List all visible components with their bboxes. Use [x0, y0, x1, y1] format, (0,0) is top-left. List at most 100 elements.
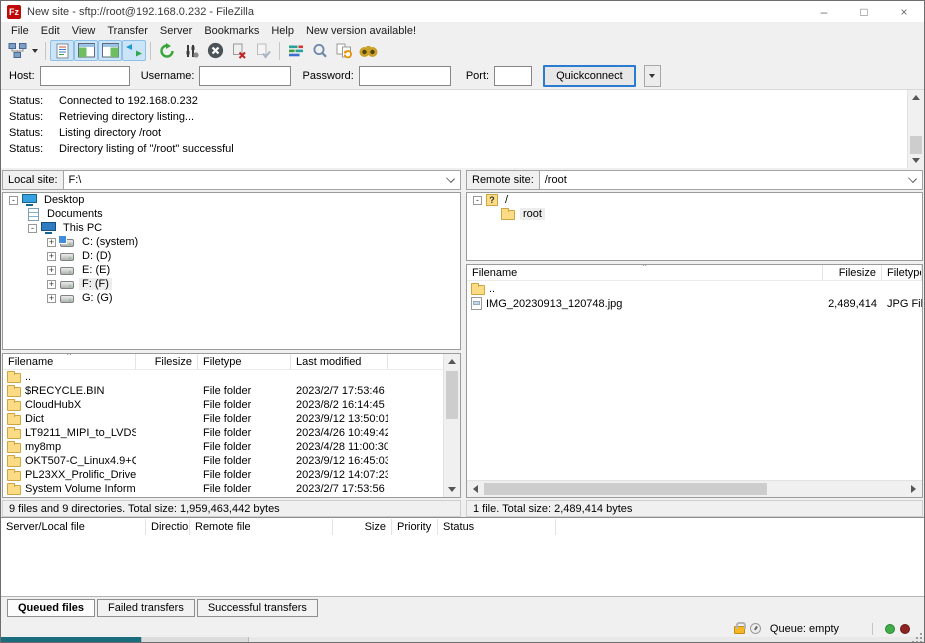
log-scrollbar[interactable] — [907, 90, 924, 168]
scroll-down-icon[interactable] — [908, 153, 924, 168]
column-header-filesize[interactable]: Filesize — [136, 354, 198, 369]
speed-limit-icon[interactable] — [750, 623, 761, 634]
toggle-transfer-queue-icon[interactable] — [122, 40, 146, 61]
remote-list-hscrollbar[interactable] — [467, 480, 922, 497]
quickconnect-button[interactable]: Quickconnect — [543, 65, 636, 87]
toggle-local-tree-icon[interactable] — [74, 40, 98, 61]
close-button[interactable]: × — [884, 1, 924, 22]
chevron-down-icon[interactable] — [446, 174, 455, 183]
table-row[interactable]: IMG_20230913_120748.jpg 2,489,414 JPG Fi… — [467, 296, 922, 311]
table-row[interactable]: my8mp File folder 2023/4/28 11:00:30 — [3, 440, 445, 454]
table-row[interactable]: OKT507-C_Linux4.9+QT5.... File folder 20… — [3, 454, 445, 468]
port-input[interactable] — [494, 66, 532, 86]
scroll-down-icon[interactable] — [444, 482, 460, 497]
tree-item-root-slash[interactable]: - ? / — [467, 193, 922, 207]
synchronized-browsing-icon[interactable] — [356, 40, 380, 61]
tree-item-this-pc[interactable]: - This PC — [3, 221, 460, 235]
tree-item-drive-e[interactable]: + E: (E) — [3, 263, 460, 277]
folder-icon — [7, 443, 21, 453]
table-row[interactable]: Dict File folder 2023/9/12 13:50:01 — [3, 412, 445, 426]
username-input[interactable] — [199, 66, 291, 86]
tree-item-drive-f[interactable]: + F: (F) — [3, 277, 460, 291]
queue-header: Server/Local file Direction Remote file … — [1, 518, 924, 535]
scroll-right-icon[interactable] — [905, 481, 922, 498]
scroll-up-icon[interactable] — [444, 354, 460, 369]
file-name: CloudHubX — [25, 399, 81, 411]
chevron-down-icon[interactable] — [908, 174, 917, 183]
column-header-remote-file[interactable]: Remote file — [190, 519, 333, 535]
expand-icon[interactable]: + — [47, 238, 56, 247]
scroll-thumb[interactable] — [446, 371, 458, 419]
table-row[interactable]: PL23XX_Prolific_DriverInst... File folde… — [3, 468, 445, 482]
column-header-filename[interactable]: Filename ^ — [3, 354, 136, 369]
local-site-combo[interactable]: F:\ — [64, 170, 461, 190]
column-header-filetype[interactable]: Filetype — [882, 265, 922, 280]
column-header-size[interactable]: Size — [333, 519, 392, 535]
table-row[interactable]: CloudHubX File folder 2023/8/2 16:14:45 — [3, 398, 445, 412]
tree-item-desktop[interactable]: - Desktop — [3, 193, 460, 207]
remote-site-combo[interactable]: /root — [540, 170, 923, 190]
toolbar-separator — [279, 42, 280, 60]
table-row[interactable]: LT9211_MIPI_to_LVDS_HV... File folder 20… — [3, 426, 445, 440]
tree-item-drive-g[interactable]: + G: (G) — [3, 291, 460, 305]
menu-file[interactable]: File — [5, 24, 35, 38]
scroll-up-icon[interactable] — [908, 90, 924, 105]
tree-item-drive-d[interactable]: + D: (D) — [3, 249, 460, 263]
column-header-filetype[interactable]: Filetype — [198, 354, 291, 369]
site-manager-dropdown-icon[interactable] — [29, 40, 41, 61]
compare-directories-icon[interactable] — [332, 40, 356, 61]
scroll-left-icon[interactable] — [467, 481, 484, 498]
tab-failed-transfers[interactable]: Failed transfers — [97, 599, 195, 617]
disconnect-icon[interactable] — [227, 40, 251, 61]
tab-queued-files[interactable]: Queued files — [7, 599, 95, 617]
menu-view[interactable]: View — [66, 24, 102, 38]
toggle-message-log-icon[interactable] — [50, 40, 74, 61]
menu-transfer[interactable]: Transfer — [101, 24, 154, 38]
host-input[interactable] — [40, 66, 130, 86]
quickconnect-dropdown-icon[interactable] — [644, 65, 661, 87]
collapse-icon[interactable]: - — [473, 196, 482, 205]
column-header-priority[interactable]: Priority — [392, 519, 438, 535]
table-row[interactable]: System Volume Informati... File folder 2… — [3, 482, 445, 496]
filter-icon[interactable] — [284, 40, 308, 61]
menu-help[interactable]: Help — [265, 24, 300, 38]
expand-icon[interactable]: + — [47, 294, 56, 303]
tree-item-root[interactable]: root — [467, 207, 922, 221]
expand-icon[interactable]: + — [47, 280, 56, 289]
table-row[interactable]: .. — [467, 281, 922, 296]
column-header-filename[interactable]: Filename ^ — [467, 265, 823, 280]
table-row[interactable]: $RECYCLE.BIN File folder 2023/2/7 17:53:… — [3, 384, 445, 398]
column-header-filesize[interactable]: Filesize — [823, 265, 882, 280]
column-header-direction[interactable]: Direction — [146, 519, 190, 535]
expand-icon[interactable]: + — [47, 252, 56, 261]
local-list-scrollbar[interactable] — [443, 354, 460, 497]
column-header-last-modified[interactable]: Last modified — [291, 354, 388, 369]
scroll-thumb[interactable] — [484, 483, 767, 495]
minimize-button[interactable]: – — [804, 1, 844, 22]
collapse-icon[interactable]: - — [28, 224, 37, 233]
menu-bookmarks[interactable]: Bookmarks — [198, 24, 265, 38]
menu-new-version[interactable]: New version available! — [300, 24, 422, 38]
menu-edit[interactable]: Edit — [35, 24, 66, 38]
scroll-thumb[interactable] — [910, 136, 922, 154]
maximize-button[interactable]: □ — [844, 1, 884, 22]
collapse-icon[interactable]: - — [9, 196, 18, 205]
expand-icon[interactable]: + — [47, 266, 56, 275]
refresh-icon[interactable] — [155, 40, 179, 61]
column-header-server-local-file[interactable]: Server/Local file — [1, 519, 146, 535]
search-icon[interactable] — [308, 40, 332, 61]
toggle-remote-tree-icon[interactable] — [98, 40, 122, 61]
table-row[interactable]: .. — [3, 370, 445, 384]
process-queue-icon[interactable] — [179, 40, 203, 61]
resize-grip[interactable] — [920, 633, 922, 635]
file-type: File folder — [198, 455, 291, 467]
menu-server[interactable]: Server — [154, 24, 198, 38]
site-manager-icon[interactable] — [5, 40, 29, 61]
tab-successful-transfers[interactable]: Successful transfers — [197, 599, 318, 617]
tree-item-drive-c[interactable]: + C: (system) — [3, 235, 460, 249]
reconnect-icon[interactable] — [251, 40, 275, 61]
cancel-icon[interactable] — [203, 40, 227, 61]
tree-item-documents[interactable]: Documents — [3, 207, 460, 221]
column-header-status[interactable]: Status — [438, 519, 556, 535]
password-input[interactable] — [359, 66, 451, 86]
